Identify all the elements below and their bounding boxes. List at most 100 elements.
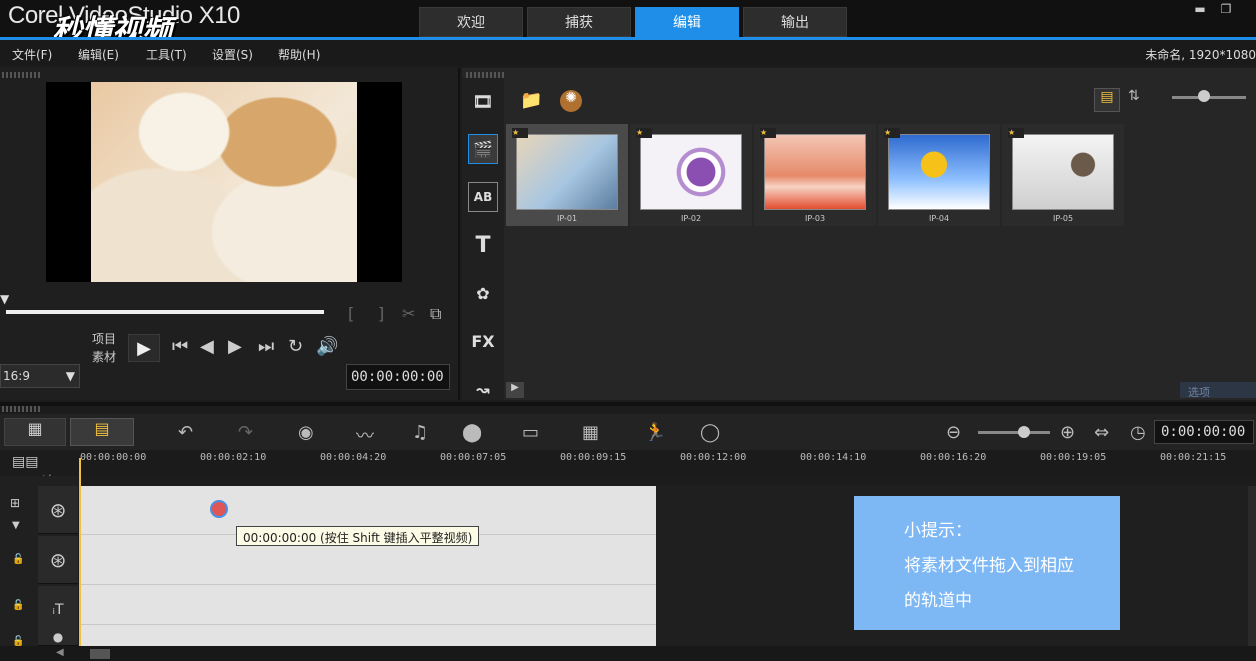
aspect-value: 16:9	[3, 369, 30, 383]
ruler-tick: 00:00:04:20	[320, 452, 387, 463]
library-panel	[462, 68, 1256, 400]
enlarge-icon[interactable]: ⧉	[430, 304, 441, 324]
menu-file[interactable]: 文件(F)	[12, 46, 52, 63]
repeat-icon[interactable]: ↻	[288, 336, 303, 357]
thumbnail[interactable]: ★ IP-05	[1002, 124, 1124, 226]
audio-wave-icon[interactable]: 〰	[356, 422, 374, 448]
graphic-icon[interactable]: ✿	[468, 278, 498, 308]
tab-welcome[interactable]: 欢迎	[419, 7, 523, 37]
volume-icon[interactable]: 🔊	[316, 336, 338, 357]
record-capture-icon[interactable]: ◉	[298, 422, 314, 443]
video-track-header[interactable]: ⊛	[38, 486, 78, 534]
end-icon[interactable]: ⏭	[258, 336, 274, 357]
panel-divider[interactable]	[0, 402, 1256, 406]
timeline-view-icon[interactable]: ▤	[70, 418, 134, 446]
lock-icon[interactable]: 🔓	[12, 554, 24, 565]
multicam-icon[interactable]: ▦	[582, 422, 599, 443]
track-area[interactable]	[80, 486, 656, 646]
menu-settings[interactable]: 设置(S)	[212, 46, 253, 63]
mark-out-icon[interactable]: ]	[378, 304, 384, 323]
star-icon: ★	[884, 128, 900, 138]
menu-bar: 文件(F) 编辑(E) 工具(T) 设置(S) 帮助(H) 未命名, 1920*…	[0, 40, 1256, 66]
panel-grip[interactable]	[2, 406, 42, 412]
ruler-tick: 00:00:21:15	[1160, 452, 1227, 463]
thumbnail[interactable]: ★ IP-04	[878, 124, 1000, 226]
film-reel-icon: ⊛	[49, 497, 67, 522]
view-list-icon[interactable]: ▤	[1094, 88, 1120, 112]
scroll-left-icon[interactable]: ◀	[56, 647, 64, 658]
play-button[interactable]: ▶	[128, 334, 160, 362]
scrub-bar[interactable]	[6, 310, 324, 314]
tab-share[interactable]: 输出	[743, 7, 847, 37]
ruler-tick: 00:00:02:10	[200, 452, 267, 463]
thumbnail[interactable]: ★ IP-01	[506, 124, 628, 226]
undo-icon[interactable]: ↶	[178, 422, 193, 443]
timeline-timecode[interactable]: 0:00:00:00	[1154, 420, 1254, 444]
title-track-header[interactable]: ᵢT	[38, 586, 78, 634]
tooltip: 00:00:00:00 (按住 Shift 键插入平整视频)	[236, 526, 480, 546]
preview-frame	[91, 82, 357, 282]
mode-clip-label[interactable]: 素材	[92, 348, 116, 365]
filter-icon[interactable]: FX	[468, 326, 498, 356]
instant-project-icon[interactable]: 🎬	[468, 134, 498, 164]
minimize-icon[interactable]: ▬	[1190, 2, 1210, 18]
motion-icon[interactable]: 🏃	[644, 422, 666, 443]
restore-icon[interactable]: ❐	[1216, 2, 1236, 18]
track-divider	[80, 624, 656, 625]
timeline-zoom-slider[interactable]	[978, 431, 1050, 434]
tab-capture[interactable]: 捕获	[527, 7, 631, 37]
voice-track-header[interactable]: ●	[38, 628, 78, 646]
sort-icon[interactable]: ⇅	[1128, 88, 1152, 112]
zoom-in-icon[interactable]: ⊕	[1060, 422, 1075, 443]
transition-icon[interactable]: AB	[468, 182, 498, 212]
zoom-out-icon[interactable]: ⊖	[946, 422, 961, 443]
menu-edit[interactable]: 编辑(E)	[78, 46, 119, 63]
storyboard-view-icon[interactable]: ▦	[4, 418, 66, 446]
timeline-ruler[interactable]: 00:00:00:00 00:00:02:10 00:00:04:20 00:0…	[78, 450, 1256, 476]
thumbnail-label: IP-04	[928, 214, 950, 223]
track-manager-icon[interactable]: ▤▤	[12, 454, 38, 470]
preview-viewer	[46, 82, 402, 282]
home-icon[interactable]: ⏮	[172, 336, 188, 357]
path-icon[interactable]: ↝	[468, 374, 498, 404]
prev-frame-icon[interactable]: ◀	[200, 336, 214, 357]
redo-icon[interactable]: ↷	[238, 422, 253, 443]
lock-icon[interactable]: 🔓	[12, 600, 24, 611]
playhead[interactable]	[79, 458, 81, 646]
thumbnail[interactable]: ★ IP-02	[630, 124, 752, 226]
mode-project-label[interactable]: 项目	[92, 330, 116, 347]
slider-knob[interactable]	[1018, 426, 1030, 438]
title-icon[interactable]: T	[468, 230, 498, 260]
mic-icon: ●	[52, 629, 64, 644]
loop-icon[interactable]: ◯	[700, 422, 720, 443]
options-button[interactable]: 选项	[1180, 382, 1256, 399]
reel-icon[interactable]: ✺	[560, 90, 582, 112]
blend-icon[interactable]: ⬤	[462, 422, 482, 443]
slider-knob[interactable]	[1198, 90, 1210, 102]
timecode-field[interactable]: 00:00:00:00	[346, 364, 450, 390]
scissors-icon[interactable]: ✂	[402, 304, 415, 323]
expand-arrow-icon[interactable]: ▶	[506, 382, 524, 398]
thumbnail-image	[516, 134, 618, 210]
folder-icon[interactable]: 📁	[520, 90, 542, 111]
mark-in-icon[interactable]: [	[348, 304, 354, 323]
overlay-track-header[interactable]: ⊛	[38, 536, 78, 584]
media-icon[interactable]: 🎞	[468, 86, 498, 116]
menu-tools[interactable]: 工具(T)	[146, 46, 187, 63]
music-icon[interactable]: ♫	[412, 422, 428, 443]
ripple-icon[interactable]: ⊞	[10, 496, 20, 510]
menu-help[interactable]: 帮助(H)	[278, 46, 320, 63]
timeline-scrollbar[interactable]	[1248, 486, 1256, 646]
chevron-down-icon[interactable]: ▼	[12, 520, 20, 531]
mouse-cursor	[210, 500, 228, 518]
subtitle-icon[interactable]: ▭	[522, 422, 539, 443]
fit-icon[interactable]: ⇔	[1094, 422, 1109, 443]
clock-icon[interactable]: ◷	[1130, 422, 1146, 443]
tab-edit[interactable]: 编辑	[635, 7, 739, 37]
aspect-select[interactable]: 16:9 ▼	[0, 364, 80, 388]
thumbnail[interactable]: ★ IP-03	[754, 124, 876, 226]
scrub-handle-icon[interactable]: ▼	[0, 292, 10, 306]
next-frame-icon[interactable]: ▶	[228, 336, 242, 357]
panel-grip[interactable]	[2, 72, 42, 78]
scroll-thumb[interactable]	[90, 649, 110, 659]
